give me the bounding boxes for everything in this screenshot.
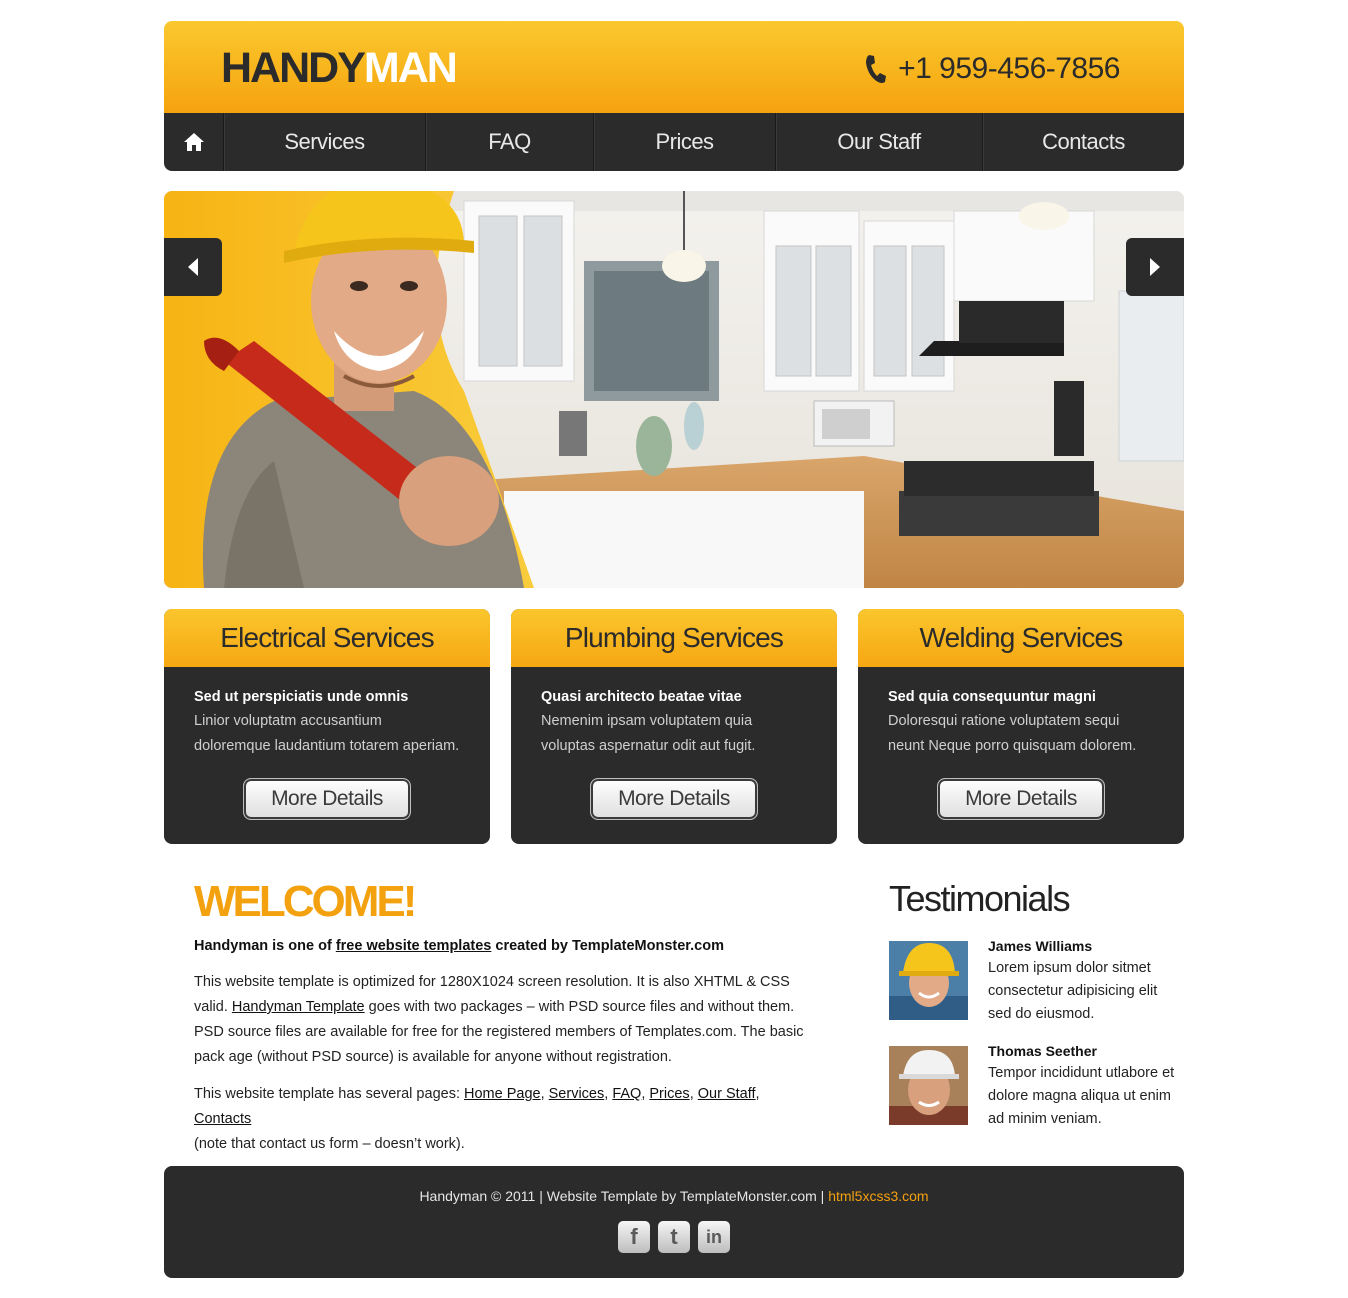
home-nav-button[interactable]	[164, 113, 223, 171]
header: HANDYMAN +1 959-456-7856	[164, 21, 1184, 113]
service-subtitle: Sed quia consequuntur magni	[888, 689, 1096, 705]
service-title: Electrical Services	[164, 609, 490, 667]
home-page-link[interactable]: Home Page	[464, 1086, 541, 1102]
home-icon	[183, 133, 204, 151]
service-text: Linior voluptatm accusantium doloremque …	[194, 713, 460, 754]
welcome-lead: Handyman is one of free website template…	[194, 936, 814, 956]
handyman-template-link[interactable]: Handyman Template	[232, 999, 365, 1015]
nav-item-faq[interactable]: FAQ	[425, 113, 593, 171]
nav-item-contacts[interactable]: Contacts	[982, 113, 1184, 171]
service-subtitle: Sed ut perspiciatis unde omnis	[194, 689, 409, 705]
logo[interactable]: HANDYMAN	[221, 44, 458, 92]
service-subtitle: Quasi architecto beatae vitae	[541, 689, 742, 705]
logo-part1: HANDY	[221, 44, 366, 92]
facebook-icon[interactable]: f	[618, 1221, 650, 1253]
arrow-left-icon	[188, 258, 198, 276]
our-staff-link[interactable]: Our Staff	[698, 1086, 756, 1102]
logo-part2: MAN	[363, 44, 458, 92]
more-details-button[interactable]: More Details	[590, 778, 758, 820]
welcome-section: WELCOME! Handyman is one of free website…	[194, 878, 814, 1157]
hero-image	[164, 191, 1184, 588]
nav-item-services[interactable]: Services	[223, 113, 425, 171]
avatar	[889, 1046, 968, 1125]
linkedin-icon[interactable]: in	[698, 1221, 730, 1253]
phone-icon	[866, 55, 887, 83]
contacts-link[interactable]: Contacts	[194, 1111, 251, 1127]
p2-text-after: (note that contact us form – doesn’t wor…	[194, 1136, 465, 1152]
service-box-plumbing: Plumbing Services Quasi architecto beata…	[511, 609, 837, 844]
lead-text-after: created by TemplateMonster.com	[491, 938, 724, 954]
nav-item-our-staff[interactable]: Our Staff	[775, 113, 982, 171]
testimonial-name: James Williams	[988, 938, 1093, 954]
p2-text-before: This website template has several pages:	[194, 1086, 464, 1102]
footer-text: Handyman © 2011 | Website Template by Te…	[164, 1188, 1184, 1204]
footer-copyright: Handyman © 2011 | Website Template by Te…	[419, 1188, 829, 1204]
welcome-paragraph-1: This website template is optimized for 1…	[194, 970, 814, 1070]
faq-link[interactable]: FAQ	[612, 1086, 641, 1102]
free-templates-link[interactable]: free website templates	[336, 938, 492, 954]
prices-link[interactable]: Prices	[649, 1086, 689, 1102]
main-nav: Services FAQ Prices Our Staff Contacts	[164, 113, 1184, 171]
lead-text-before: Handyman is one of	[194, 938, 336, 954]
social-links: f t in	[618, 1221, 730, 1253]
testimonials-section: Testimonials James Williams Lorem ipsum …	[889, 878, 1184, 1127]
testimonial-text: Tempor incididunt utlabore et dolore mag…	[988, 1065, 1175, 1127]
slider-next-button[interactable]	[1126, 238, 1184, 296]
slider-prev-button[interactable]	[164, 238, 222, 296]
service-box-electrical: Electrical Services Sed ut perspiciatis …	[164, 609, 490, 844]
testimonial-item: Thomas Seether Tempor incididunt utlabor…	[889, 1043, 1184, 1136]
footer: Handyman © 2011 | Website Template by Te…	[164, 1166, 1184, 1278]
twitter-icon[interactable]: t	[658, 1221, 690, 1253]
footer-link[interactable]: html5xcss3.com	[828, 1188, 928, 1204]
nav-item-prices[interactable]: Prices	[593, 113, 775, 171]
welcome-paragraph-2: This website template has several pages:…	[194, 1086, 760, 1152]
phone: +1 959-456-7856	[864, 49, 1120, 89]
service-box-welding: Welding Services Sed quia consequuntur m…	[858, 609, 1184, 844]
hero-slider	[164, 191, 1184, 588]
testimonial-item: James Williams Lorem ipsum dolor sitmet …	[889, 938, 1184, 1031]
service-text: Doloresqui ratione voluptatem sequi neun…	[888, 713, 1137, 754]
testimonial-text: Lorem ipsum dolor sitmet consectetur adi…	[988, 960, 1158, 1022]
avatar	[889, 941, 968, 1020]
service-title: Welding Services	[858, 609, 1184, 667]
testimonials-heading: Testimonials	[889, 878, 1071, 919]
service-text: Nemenim ipsam voluptatem quia voluptas a…	[541, 713, 756, 754]
more-details-button[interactable]: More Details	[937, 778, 1105, 820]
phone-number[interactable]: +1 959-456-7856	[898, 52, 1120, 86]
services-link[interactable]: Services	[549, 1086, 605, 1102]
testimonial-name: Thomas Seether	[988, 1043, 1097, 1059]
welcome-heading: WELCOME!	[194, 877, 417, 926]
more-details-button[interactable]: More Details	[243, 778, 411, 820]
arrow-right-icon	[1150, 258, 1160, 276]
service-title: Plumbing Services	[511, 609, 837, 667]
